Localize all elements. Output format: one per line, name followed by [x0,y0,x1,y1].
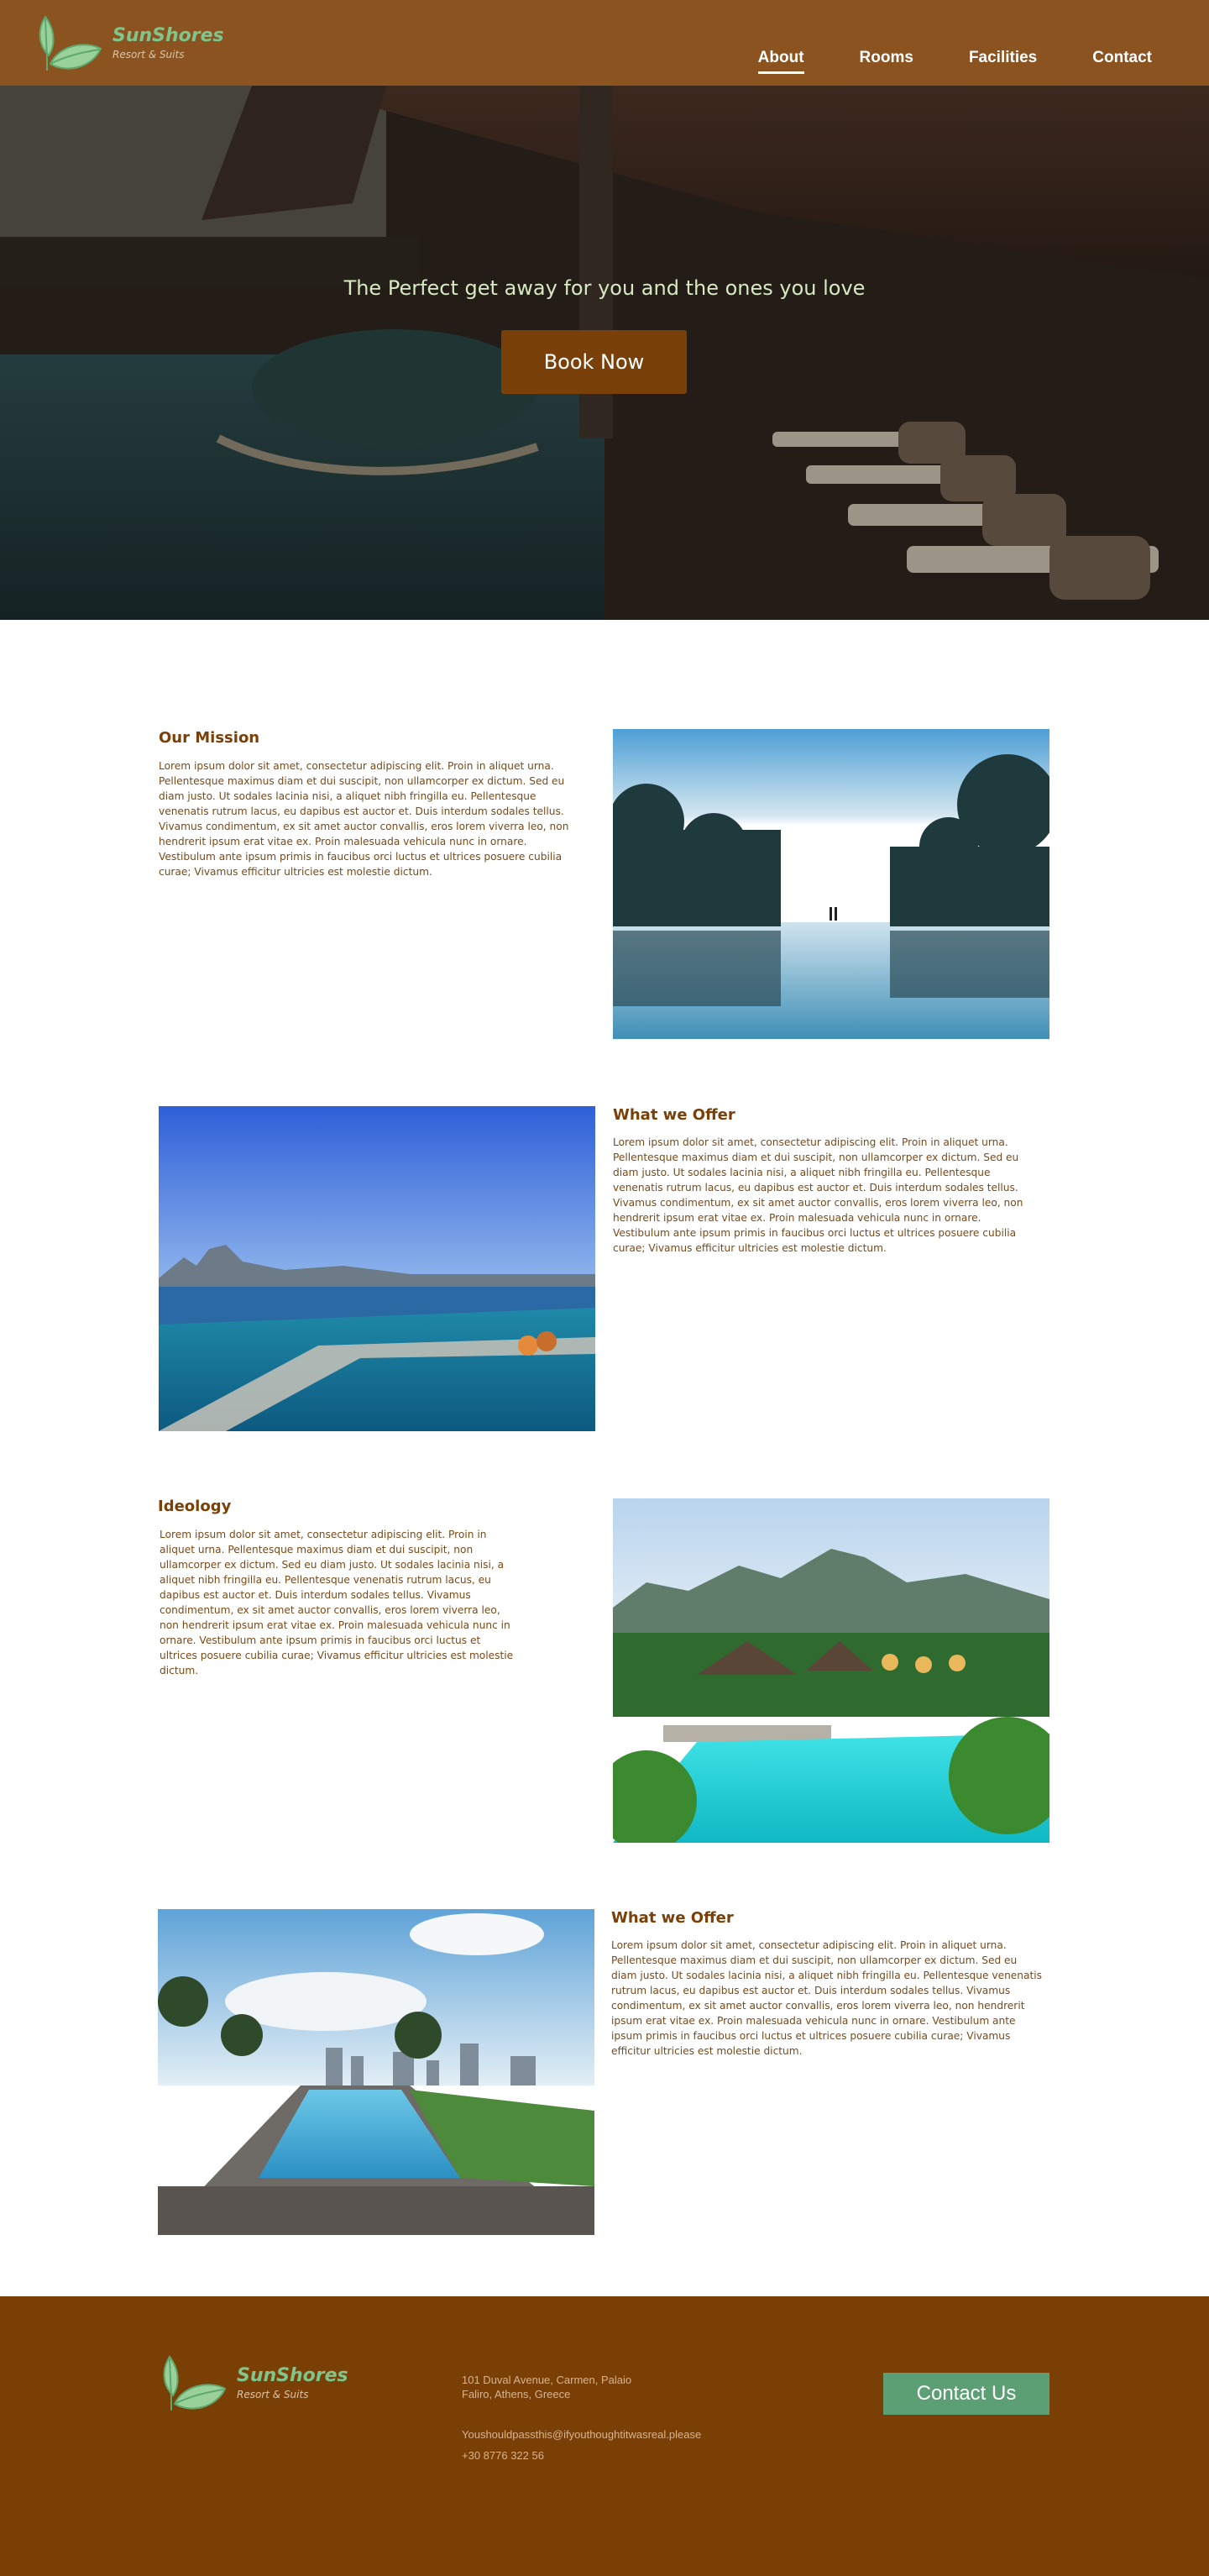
brand-name: SunShores [113,25,224,46]
leaf-logo-icon [39,15,102,71]
nav-link-facilities[interactable]: Facilities [969,49,1037,74]
hero-title: The Perfect get away for you and the one… [343,276,866,300]
infinity-pool-photo [613,729,1049,1039]
footer-address: 101 Duval Avenue, Carmen, Palaio Faliro,… [462,2374,632,2400]
section-body-ideology: Lorem ipsum dolor sit amet, consectetur … [160,1529,514,1676]
section-title-offer: What we Offer [613,1106,735,1124]
section-title-mission: Our Mission [159,729,260,747]
leaf-logo-icon [163,2355,227,2411]
footer-email[interactable]: Youshouldpassthis@ifyouthoughtitwasreal.… [462,2428,701,2441]
city-pool-photo [158,1909,594,2235]
brand-tagline: Resort & Suits [113,49,185,60]
section-body-mission: Lorem ipsum dolor sit amet, consectetur … [159,760,569,878]
footer-logo[interactable]: SunShores Resort & Suits [158,2352,348,2416]
footer-brand-name: SunShores [237,2365,348,2386]
rooftop-pool-photo [159,1106,595,1431]
nav-link-rooms[interactable]: Rooms [860,49,913,74]
top-navigation: SunShores Resort & Suits About Rooms Fac… [0,0,1209,86]
nav-link-about[interactable]: About [757,49,804,74]
nav-links: About Rooms Facilities Contact [757,49,1152,74]
section-title-ideology: Ideology [158,1498,232,1515]
book-now-button[interactable]: Book Now [501,330,687,394]
site-footer: SunShores Resort & Suits 101 Duval Avenu… [0,2296,1209,2576]
nav-link-contact[interactable]: Contact [1092,49,1152,74]
contact-us-button[interactable]: Contact Us [883,2373,1049,2415]
section-body-offer: Lorem ipsum dolor sit amet, consectetur … [613,1136,1023,1254]
tropical-pool-photo [613,1498,1049,1843]
section-body-offer-2: Lorem ipsum dolor sit amet, consectetur … [611,1939,1043,2057]
footer-phone[interactable]: +30 8776 322 56 [462,2449,544,2462]
section-title-offer-2: What we Offer [611,1909,734,1927]
site-logo[interactable]: SunShores Resort & Suits [34,12,224,76]
footer-brand-tagline: Resort & Suits [237,2389,309,2400]
hero-banner: The Perfect get away for you and the one… [0,86,1209,620]
